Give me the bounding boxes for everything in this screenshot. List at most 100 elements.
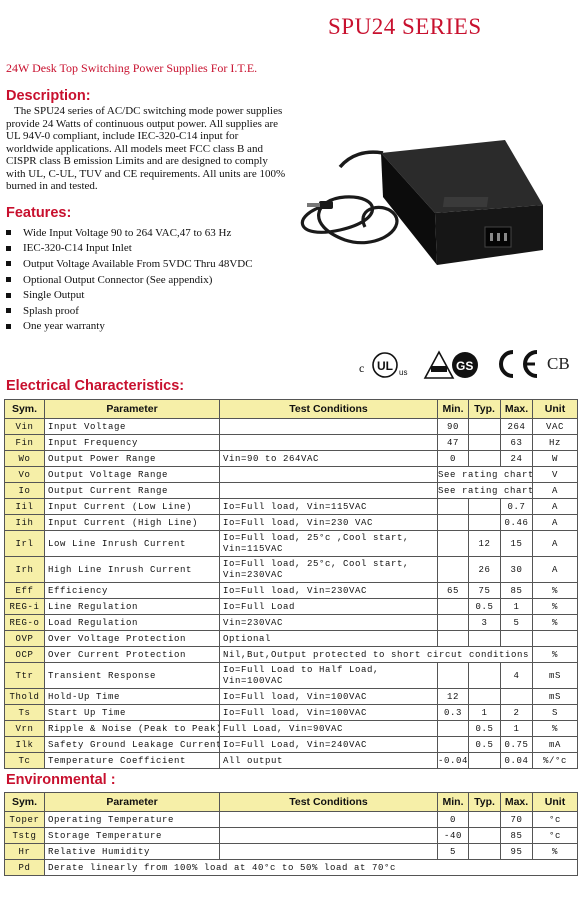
unit-cell: mS bbox=[532, 688, 578, 705]
unit-cell: A bbox=[532, 556, 578, 583]
condition-cell: Nil,But,Output protected to short circut… bbox=[219, 646, 533, 663]
symbol-cell: Iih bbox=[4, 514, 45, 531]
unit-cell bbox=[532, 630, 578, 647]
min-cell bbox=[437, 498, 469, 515]
column-header: Sym. bbox=[4, 399, 45, 419]
parameter-cell: Start Up Time bbox=[44, 704, 220, 721]
condition-cell: Io=Full Load to Half Load, Vin=100VAC bbox=[219, 662, 438, 689]
parameter-cell: High Line Inrush Current bbox=[44, 556, 220, 583]
unit-cell: S bbox=[532, 704, 578, 721]
parameter-cell: Load Regulation bbox=[44, 614, 220, 631]
environmental-heading: Environmental : bbox=[6, 772, 116, 788]
typ-cell bbox=[468, 662, 501, 689]
typ-cell: 0.5 bbox=[468, 736, 501, 753]
max-cell: 0.04 bbox=[500, 752, 533, 769]
min-cell bbox=[437, 720, 469, 737]
condition-cell: Io=Full load, Vin=115VAC bbox=[219, 498, 438, 515]
condition-cell bbox=[219, 811, 438, 828]
condition-cell: Io=Full load, Vin=230VAC bbox=[219, 582, 438, 599]
table-row: Eff Efficiency Io=Full load, Vin=230VAC 65 7… bbox=[4, 582, 578, 599]
column-header: Parameter bbox=[44, 792, 220, 812]
table-row: OCP Over Current Protection Nil,But,Output… bbox=[4, 646, 578, 663]
range-cell: See rating chart bbox=[437, 466, 533, 483]
symbol-cell: Io bbox=[4, 482, 45, 499]
feature-item: IEC-320-C14 Input Inlet bbox=[6, 241, 253, 257]
typ-cell bbox=[468, 630, 501, 647]
dc-plug-tip bbox=[307, 203, 320, 207]
typ-cell: 3 bbox=[468, 614, 501, 631]
parameter-cell: Input Current (High Line) bbox=[44, 514, 220, 531]
certification-marks: c UL us GS CB bbox=[355, 348, 575, 382]
parameter-cell: Hold-Up Time bbox=[44, 688, 220, 705]
table-row: Ilk Safety Ground Leakage Current Io=Full … bbox=[4, 736, 578, 753]
typ-cell: 1 bbox=[468, 704, 501, 721]
unit-cell: A bbox=[532, 482, 578, 499]
column-header: Unit bbox=[532, 399, 578, 419]
range-cell: See rating chart bbox=[437, 482, 533, 499]
description-heading: Description: bbox=[6, 88, 91, 104]
min-cell bbox=[437, 736, 469, 753]
typ-cell bbox=[468, 498, 501, 515]
unit-cell: % bbox=[532, 598, 578, 615]
note-cell: Derate linearly from 100% load at 40°c t… bbox=[44, 859, 578, 876]
series-title: SPU24 SERIES bbox=[328, 14, 482, 39]
condition-cell: Vin=230VAC bbox=[219, 614, 438, 631]
ce-mark-icon bbox=[499, 350, 538, 378]
unit-cell: % bbox=[532, 614, 578, 631]
unit-cell: A bbox=[532, 498, 578, 515]
features-list: Wide Input Voltage 90 to 264 VAC,47 to 6… bbox=[6, 225, 253, 334]
column-header: Min. bbox=[437, 792, 469, 812]
column-header: Typ. bbox=[468, 399, 501, 419]
symbol-cell: Toper bbox=[4, 811, 45, 828]
bullet-icon bbox=[6, 308, 11, 314]
column-header: Max. bbox=[500, 792, 533, 812]
feature-text: Optional Output Connector (See appendix) bbox=[23, 273, 213, 286]
min-cell: -0.04 bbox=[437, 752, 469, 769]
table-row: Vin Input Voltage 90 264 VAC bbox=[4, 418, 578, 435]
condition-cell bbox=[219, 466, 438, 483]
min-cell bbox=[437, 630, 469, 647]
table-row: Irh High Line Inrush Current Io=Full load,… bbox=[4, 556, 578, 583]
symbol-cell: Tstg bbox=[4, 827, 45, 844]
max-cell: 95 bbox=[500, 843, 533, 860]
max-cell: 5 bbox=[500, 614, 533, 631]
column-header: Max. bbox=[500, 399, 533, 419]
inlet-pin-1 bbox=[490, 233, 493, 241]
subtitle: 24W Desk Top Switching Power Supplies Fo… bbox=[6, 61, 258, 75]
parameter-cell: Input Frequency bbox=[44, 434, 220, 451]
electrical-heading: Electrical Characteristics: bbox=[6, 378, 185, 394]
environmental-table: Sym. Parameter Test Conditions Min. Typ. Max.… bbox=[4, 792, 578, 876]
table-row: Pd Derate linearly from 100% load at 40°c… bbox=[4, 859, 578, 876]
symbol-cell: Ttr bbox=[4, 662, 45, 689]
typ-cell bbox=[468, 752, 501, 769]
max-cell: 0.75 bbox=[500, 736, 533, 753]
typ-cell bbox=[468, 827, 501, 844]
condition-cell: Io=Full Load bbox=[219, 598, 438, 615]
table-row: Iil Input Current (Low Line) Io=Full load,… bbox=[4, 498, 578, 515]
symbol-cell: Thold bbox=[4, 688, 45, 705]
table-row: Irl Low Line Inrush Current Io=Full load, … bbox=[4, 530, 578, 557]
symbol-cell: REG-o bbox=[4, 614, 45, 631]
column-header: Test Conditions bbox=[219, 792, 438, 812]
condition-cell bbox=[219, 482, 438, 499]
unit-cell: Hz bbox=[532, 434, 578, 451]
max-cell: 85 bbox=[500, 827, 533, 844]
condition-cell bbox=[219, 434, 438, 451]
unit-cell: % bbox=[532, 720, 578, 737]
inlet-pin-2 bbox=[497, 233, 500, 241]
table-row: REG-i Line Regulation Io=Full Load 0.5 1% bbox=[4, 598, 578, 615]
typ-cell bbox=[468, 843, 501, 860]
max-cell: 24 bbox=[500, 450, 533, 467]
min-cell bbox=[437, 598, 469, 615]
table-row: REG-o Load Regulation Vin=230VAC 3 5% bbox=[4, 614, 578, 631]
electrical-table: Sym. Parameter Test Conditions Min. Typ. Max.… bbox=[4, 399, 578, 769]
max-cell: 70 bbox=[500, 811, 533, 828]
table-row: Ttr Transient Response Io=Full Load to Hal… bbox=[4, 662, 578, 689]
max-cell: 85 bbox=[500, 582, 533, 599]
condition-cell: Io=Full load, 25°c ,Cool start, Vin=115V… bbox=[219, 530, 438, 557]
symbol-cell: Vrn bbox=[4, 720, 45, 737]
max-cell: 1 bbox=[500, 720, 533, 737]
typ-cell: 75 bbox=[468, 582, 501, 599]
condition-cell: Io=Full load, 25°c, Cool start, Vin=230V… bbox=[219, 556, 438, 583]
parameter-cell: Output Voltage Range bbox=[44, 466, 220, 483]
